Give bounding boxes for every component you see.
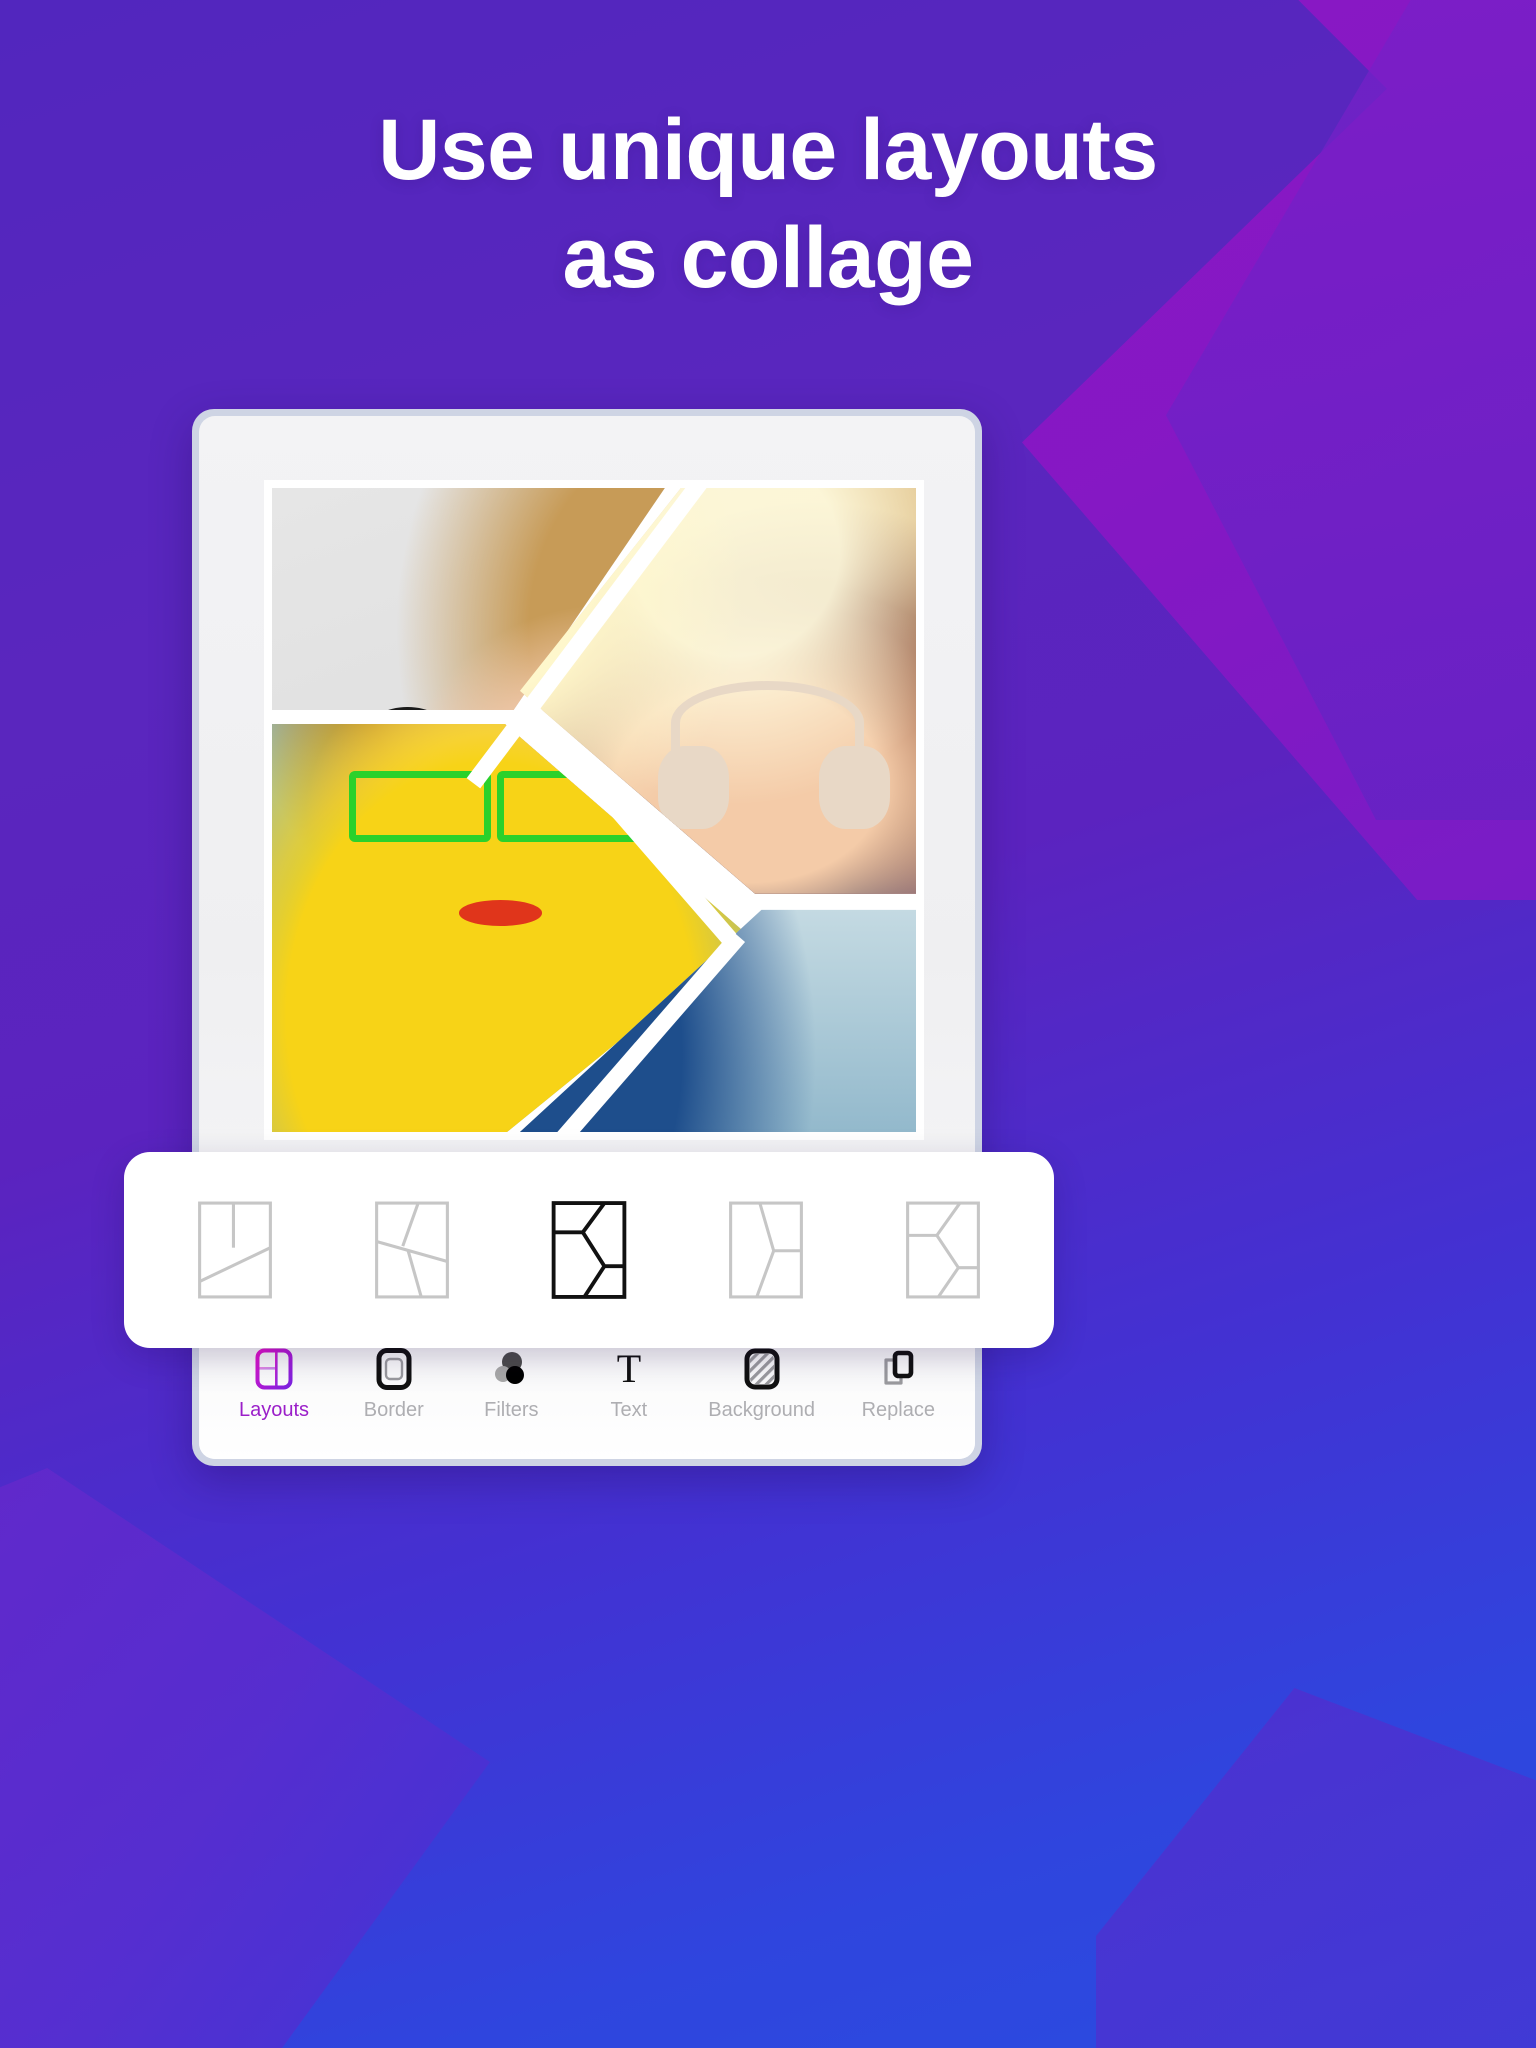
decorative-shape-bottom-right [1096, 1688, 1536, 2048]
layout-thumbnail-4[interactable] [707, 1200, 825, 1300]
headline-line-1: Use unique layouts [378, 102, 1158, 198]
collage-seam-horizontal-right [748, 893, 916, 910]
tool-text-label: Text [610, 1399, 648, 1421]
layouts-carousel [124, 1152, 1054, 1348]
grid-panels-icon [255, 1348, 293, 1390]
layout-preview-2-icon [375, 1201, 449, 1299]
svg-text:T: T [617, 1348, 641, 1390]
red-lips-shape [458, 900, 543, 926]
tool-background[interactable]: Background [708, 1348, 815, 1422]
tool-replace-label: Replace [861, 1399, 935, 1421]
headphone-earcup-right [819, 745, 891, 830]
tool-layouts-label: Layouts [239, 1399, 310, 1421]
tool-text[interactable]: T Text [596, 1348, 662, 1422]
layout-preview-1-icon [198, 1201, 272, 1299]
layout-thumbnail-2[interactable] [353, 1200, 471, 1300]
layout-thumbnail-5[interactable] [884, 1200, 1002, 1300]
tool-border[interactable]: Border [361, 1348, 427, 1422]
layout-preview-3-icon [551, 1201, 627, 1299]
app-store-promo-screenshot: Use unique layouts as collage Layouts Bo… [0, 0, 1536, 2048]
rounded-square-icon [376, 1348, 412, 1390]
layout-thumbnail-3[interactable] [530, 1200, 648, 1300]
tool-filters[interactable]: Filters [479, 1348, 545, 1422]
tool-layouts[interactable]: Layouts [239, 1348, 309, 1422]
tool-background-label: Background [708, 1399, 815, 1421]
letter-t-icon: T [617, 1348, 641, 1390]
tool-filters-label: Filters [484, 1399, 539, 1421]
layout-thumbnail-1[interactable] [176, 1200, 294, 1300]
page-headline: Use unique layouts as collage [0, 96, 1536, 313]
swap-photos-icon [884, 1350, 914, 1385]
hatched-square-icon [744, 1348, 780, 1390]
collage-preview[interactable] [272, 488, 916, 1132]
collage-canvas[interactable] [264, 480, 924, 1140]
tool-replace[interactable]: Replace [862, 1348, 935, 1422]
headphone-earcup-left [658, 745, 730, 830]
layout-preview-4-icon [729, 1201, 803, 1299]
green-glasses-left-lens-icon [349, 771, 491, 843]
headline-line-2: as collage [562, 210, 974, 307]
collage-seam-horizontal-left [272, 710, 517, 725]
tool-border-label: Border [363, 1399, 424, 1421]
decorative-shape-bottom-left [0, 1468, 490, 2048]
three-circles-icon [495, 1352, 525, 1384]
layout-preview-5-icon [906, 1201, 980, 1299]
